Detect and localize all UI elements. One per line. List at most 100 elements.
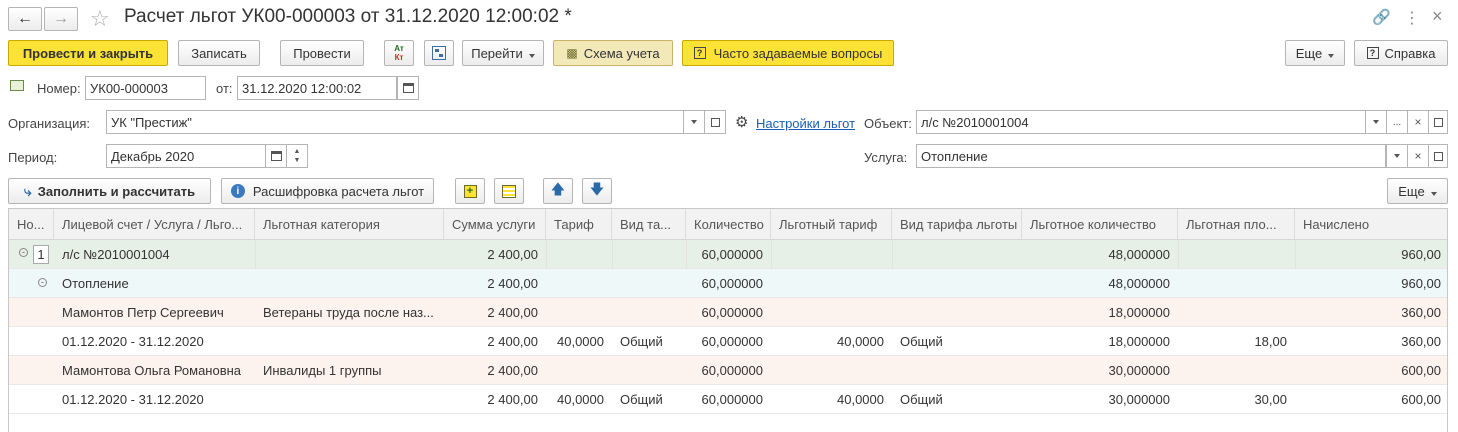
service-open-button[interactable] (1428, 144, 1448, 168)
cell-ben-qty: 30,000000 (1108, 363, 1170, 378)
date-field[interactable]: 31.12.2020 12:00:02 (237, 76, 397, 100)
structure-icon (432, 46, 446, 60)
column-divider (546, 240, 547, 269)
table-row[interactable]: 01.12.2020 - 31.12.2020 2 400,00 40,0000… (9, 385, 1447, 414)
arrow-right-icon: → (53, 10, 69, 27)
forward-button[interactable]: → (44, 7, 78, 31)
decode-label: Расшифровка расчета льгот (252, 183, 425, 199)
column-divider (771, 240, 772, 269)
col-header-ben-qty[interactable]: Льготное количество (1022, 209, 1178, 240)
back-button[interactable]: ← (8, 7, 42, 31)
structure-button[interactable] (424, 40, 454, 66)
post-and-close-button[interactable]: Провести и закрыть (8, 40, 168, 66)
faq-button[interactable]: ? Часто задаваемые вопросы (682, 40, 894, 66)
arrow-left-icon: ← (17, 10, 33, 27)
cell-account: Мамонтова Ольга Романовна (62, 363, 242, 378)
add-row-icon: + (463, 184, 477, 198)
table-row[interactable]: Мамонтова Ольга Романовна Инвалиды 1 гру… (9, 356, 1447, 385)
table-row[interactable]: 01.12.2020 - 31.12.2020 2 400,00 40,0000… (9, 327, 1447, 356)
more-button[interactable]: Еще (1285, 40, 1345, 66)
benefit-settings-link[interactable]: Настройки льгот (756, 116, 855, 131)
menu-dots-icon[interactable]: ⋮ (1404, 8, 1420, 28)
info-icon: i (230, 184, 245, 198)
cell-qty: 60,000000 (701, 334, 763, 349)
org-dropdown-button[interactable] (683, 110, 705, 134)
benefits-table[interactable]: Но... Лицевой счет / Услуга / Льго... Ль… (8, 208, 1448, 432)
object-select-button[interactable]: ... (1386, 110, 1408, 134)
copy-row-button[interactable] (494, 178, 524, 204)
row-no-value: 1 (37, 247, 45, 262)
cell-account: Мамонтов Петр Сергеевич (62, 305, 224, 320)
cell-accrued: 960,00 (1401, 247, 1441, 262)
post-button[interactable]: Провести (280, 40, 364, 66)
object-open-button[interactable] (1428, 110, 1448, 134)
table-more-button[interactable]: Еще (1387, 178, 1448, 204)
object-label: Объект: (864, 116, 912, 131)
clear-icon: × (1414, 115, 1422, 129)
arrow-down-icon: 🡇 (589, 181, 605, 197)
fill-and-calculate-button[interactable]: ⤷ Заполнить и рассчитать (8, 178, 211, 204)
move-down-button[interactable]: 🡇 (582, 178, 612, 204)
object-field[interactable]: л/с №2010001004 (916, 110, 1366, 134)
org-open-button[interactable] (704, 110, 726, 134)
period-stepper[interactable]: ▲ ▼ (286, 144, 308, 168)
cell-tariff: 40,0000 (557, 392, 604, 407)
table-row[interactable]: - Отопление 2 400,00 60,000000 48,000000… (9, 269, 1447, 298)
open-icon (1433, 117, 1443, 127)
cell-account: 01.12.2020 - 31.12.2020 (62, 334, 204, 349)
period-field[interactable]: Декабрь 2020 (106, 144, 266, 168)
object-clear-button[interactable]: × (1407, 110, 1429, 134)
table-row[interactable]: - 1 л/с №2010001004 2 400,00 60,000000 4… (9, 240, 1447, 269)
service-field[interactable]: Отопление (916, 144, 1386, 168)
cell-sum: 2 400,00 (487, 276, 538, 291)
date-picker-button[interactable] (397, 76, 419, 100)
cell-qty: 60,000000 (701, 305, 763, 320)
collapse-icon[interactable]: - (38, 278, 47, 287)
service-dropdown-button[interactable] (1386, 144, 1408, 168)
number-field[interactable]: УК00-000003 (85, 76, 206, 100)
copy-rows-icon (502, 184, 516, 198)
save-button[interactable]: Записать (178, 40, 260, 66)
column-divider (892, 240, 893, 269)
org-field[interactable]: УК "Престиж" (106, 110, 684, 134)
cell-accrued: 360,00 (1401, 305, 1441, 320)
help-label: Справка (1384, 45, 1436, 61)
col-header-no[interactable]: Но... (9, 209, 54, 240)
fill-arrow-icon: ⤷ (23, 182, 32, 199)
cell-category: Ветераны труда после наз... (263, 305, 434, 320)
close-icon[interactable]: × (1432, 6, 1443, 27)
help-button[interactable]: ? Справка (1354, 40, 1448, 66)
object-dropdown-button[interactable] (1365, 110, 1387, 134)
collapse-icon[interactable]: - (19, 248, 28, 257)
move-up-button[interactable]: 🡅 (543, 178, 573, 204)
col-header-tariff-type[interactable]: Вид та... (612, 209, 686, 240)
col-header-accrued[interactable]: Начислено (1295, 209, 1447, 240)
goto-button[interactable]: Перейти (462, 40, 544, 66)
dt-kt-button[interactable]: Ат Кт (384, 40, 414, 66)
table-header: Но... Лицевой счет / Услуга / Льго... Ль… (9, 209, 1447, 240)
cell-accrued: 600,00 (1401, 392, 1441, 407)
col-header-tariff[interactable]: Тариф (546, 209, 612, 240)
col-header-ben-area[interactable]: Льготная пло... (1178, 209, 1295, 240)
period-calendar-button[interactable] (265, 144, 287, 168)
decode-button[interactable]: i Расшифровка расчета льгот (221, 178, 434, 204)
col-header-ben-tariff-type[interactable]: Вид тарифа льготы (892, 209, 1022, 240)
kt-label: Кт (394, 53, 404, 62)
add-row-button[interactable]: + (455, 178, 485, 204)
table-more-label: Еще (1398, 184, 1436, 199)
col-header-qty[interactable]: Количество (686, 209, 771, 240)
stepper-down-icon[interactable]: ▼ (294, 156, 301, 165)
service-clear-button[interactable]: × (1407, 144, 1429, 168)
column-divider (255, 240, 256, 269)
col-header-category[interactable]: Льготная категория (255, 209, 444, 240)
col-header-account[interactable]: Лицевой счет / Услуга / Льго... (54, 209, 255, 240)
link-icon[interactable]: 🔗 (1372, 8, 1391, 26)
stepper-up-icon[interactable]: ▲ (294, 147, 301, 156)
accounting-schema-button[interactable]: ▩ Схема учета (553, 40, 673, 66)
table-row[interactable]: Мамонтов Петр Сергеевич Ветераны труда п… (9, 298, 1447, 327)
col-header-ben-tariff[interactable]: Льготный тариф (771, 209, 892, 240)
calendar-icon (270, 151, 282, 161)
star-icon[interactable]: ☆ (90, 6, 110, 32)
col-header-sum[interactable]: Сумма услуги (444, 209, 546, 240)
chevron-down-icon (691, 120, 697, 124)
